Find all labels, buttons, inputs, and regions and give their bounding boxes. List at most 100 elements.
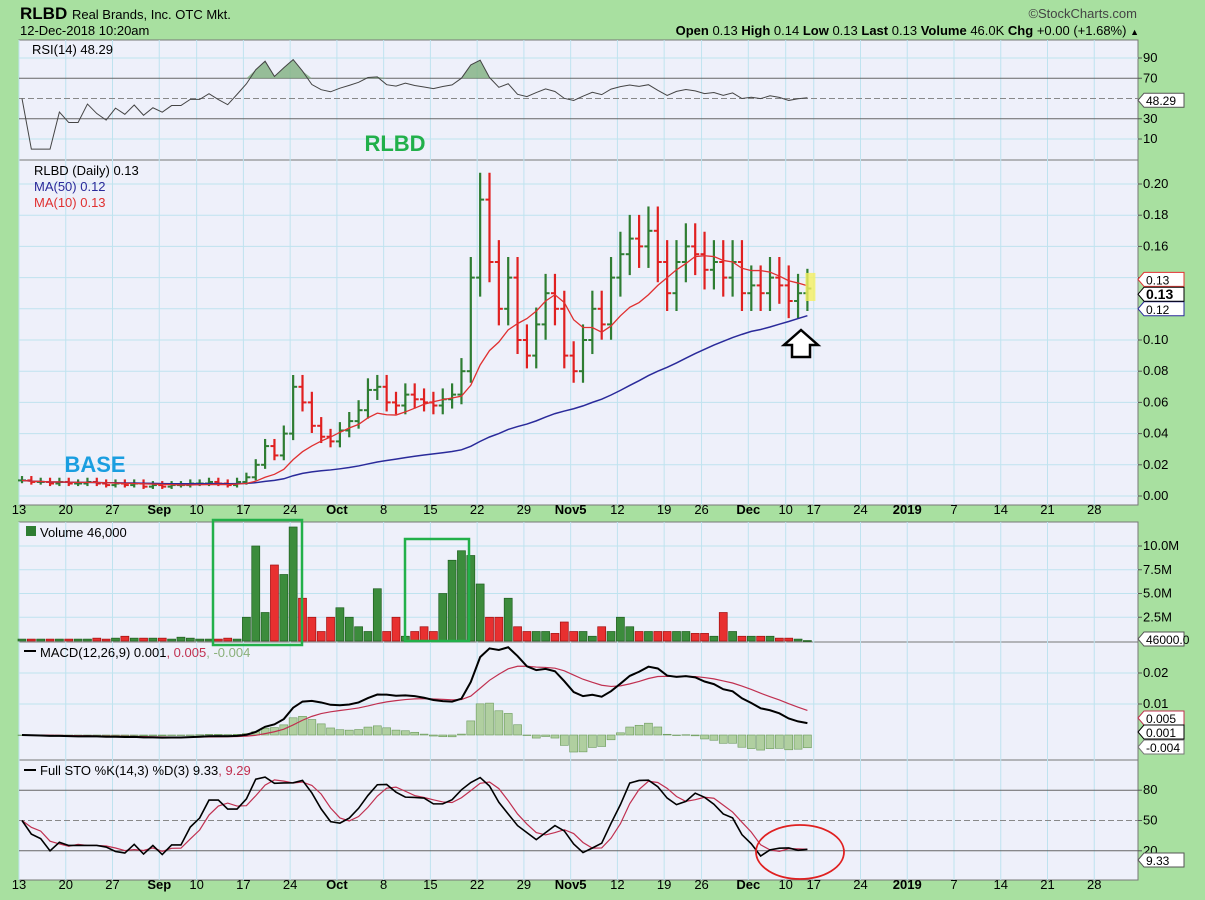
volume-bar	[372, 588, 382, 642]
volume-bar	[606, 631, 616, 642]
macd-histogram-bar	[466, 720, 476, 736]
y-tick-label: 0.08	[1143, 363, 1168, 378]
macd-histogram-bar	[129, 734, 139, 736]
macd-histogram-bar	[354, 729, 363, 736]
x-tick-label: 20	[59, 877, 73, 892]
y-tick-label: 0.02	[1143, 665, 1168, 680]
volume-bar	[784, 637, 794, 642]
macd-histogram-bar	[588, 734, 597, 748]
macd-histogram-bar	[410, 731, 420, 736]
volume-bar	[17, 638, 27, 642]
y-tick-label: 2.5M	[1143, 609, 1172, 624]
macd-histogram-bar	[746, 734, 756, 749]
volume-bar	[195, 638, 204, 642]
volume-bar	[176, 636, 186, 642]
last-price-tag: 0.13	[1137, 286, 1185, 302]
sto-legend-part: , 9.29	[218, 763, 251, 778]
macd-legend-part: , -0.004	[206, 645, 250, 660]
x-tick-label: 10	[778, 502, 792, 517]
x-tick-label: 17	[236, 502, 250, 517]
x-tick-label: 29	[517, 502, 531, 517]
volume-bar	[185, 637, 195, 642]
macd-histogram-bar	[438, 734, 448, 738]
volume-bar	[662, 631, 672, 642]
x-tick-label: 24	[853, 502, 867, 517]
volume-bar	[279, 574, 289, 642]
macd-legend-part: , 0.005	[166, 645, 206, 660]
x-tick-label: 2019	[893, 502, 922, 517]
x-tick-label: 24	[283, 877, 297, 892]
macd-histogram-bar	[429, 734, 438, 737]
volume-bar	[569, 631, 579, 642]
x-tick-label: 8	[380, 502, 387, 517]
macd-histogram-bar	[681, 734, 691, 736]
y-tick-label: 0.18	[1143, 207, 1168, 222]
macd-histogram-bar	[625, 726, 635, 736]
volume-value-tag: 46000.0	[1137, 631, 1190, 647]
volume-bar	[447, 559, 457, 642]
volume-bar	[737, 635, 747, 642]
x-tick-label: 26	[694, 502, 708, 517]
x-tick-label: 13	[12, 502, 26, 517]
volume-bar	[148, 637, 158, 642]
tag-value: 0.005	[1146, 712, 1176, 726]
macd-histogram-bar	[653, 726, 663, 736]
macd-histogram-bar	[214, 734, 223, 736]
volume-bar	[270, 564, 279, 642]
y-tick-label: 0.01	[1143, 696, 1168, 711]
volume-bar	[793, 638, 803, 642]
volume-bar	[728, 631, 737, 642]
sto-value-tag: 9.33	[1137, 852, 1185, 868]
volume-bar	[774, 637, 784, 642]
volume-bar	[120, 635, 130, 642]
x-tick-label: 14	[994, 502, 1008, 517]
macd-histogram-bar	[326, 727, 335, 736]
volume-bar	[36, 638, 46, 642]
volume-bar	[55, 638, 64, 642]
x-tick-label: Dec	[736, 877, 760, 892]
volume-bar	[457, 550, 466, 642]
volume-bar	[214, 638, 223, 642]
volume-bar	[681, 631, 691, 642]
volume-bar	[260, 612, 270, 642]
macd-histogram-bar	[223, 734, 232, 736]
volume-bar	[587, 635, 597, 642]
tag-value: 48.29	[1146, 94, 1176, 108]
macd-histogram-bar	[401, 730, 410, 736]
volume-bar	[92, 637, 102, 642]
y-tick-label: 5.0M	[1143, 586, 1172, 601]
volume-bar	[410, 631, 420, 642]
volume-bar	[101, 638, 111, 642]
macd-histogram-bar	[186, 734, 195, 736]
macd-histogram-bar	[391, 729, 401, 736]
x-tick-label: 12	[610, 877, 624, 892]
y-tick-label: 30	[1143, 111, 1157, 126]
volume-bar	[139, 637, 148, 642]
y-tick-label: 0.10	[1143, 332, 1168, 347]
volume-bar	[232, 638, 242, 642]
sto-legend: Full STO %K(14,3) %D(3) 9.33, 9.29	[40, 763, 251, 778]
macd-histogram-bar	[737, 734, 747, 748]
volume-bar	[485, 616, 494, 642]
macd-hist-tag: -0.004	[1137, 739, 1185, 755]
x-tick-label: Oct	[326, 877, 348, 892]
macd-histogram-bar	[634, 724, 644, 736]
macd-histogram-bar	[363, 726, 373, 736]
chart-svg[interactable]: 13 13 20 20 27 27 Sep Sep 10 10 17 17 24 24 Oct Oct 8 8 15…	[0, 0, 1205, 900]
volume-bar	[157, 637, 167, 642]
x-tick-label: Oct	[326, 502, 348, 517]
volume-bar	[475, 583, 485, 642]
x-tick-label: 14	[994, 877, 1008, 892]
volume-bar	[242, 616, 251, 642]
macd-histogram-bar	[700, 734, 709, 740]
tag-value: 0.13	[1146, 286, 1173, 302]
volume-bar	[354, 626, 363, 642]
volume-bar	[503, 597, 513, 642]
tag-value: 46000.0	[1146, 633, 1190, 647]
x-tick-label: 29	[517, 877, 531, 892]
x-tick-label: 19	[657, 877, 671, 892]
y-tick-label: 50	[1143, 813, 1157, 828]
x-tick-label: 2019	[893, 877, 922, 892]
macd-histogram-bar	[335, 729, 345, 736]
x-tick-label: 21	[1040, 502, 1054, 517]
